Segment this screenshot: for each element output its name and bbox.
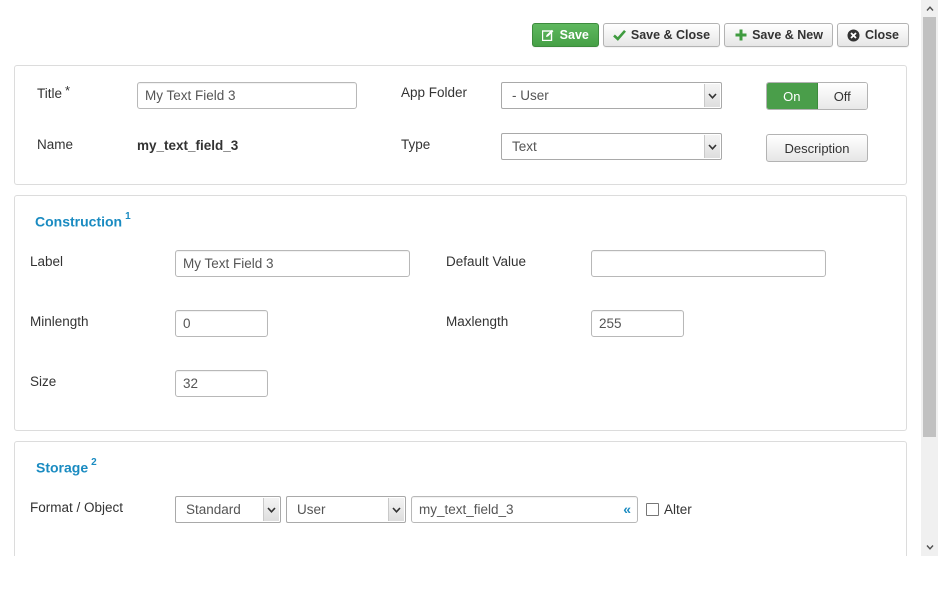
storage-panel: Storage 2 Format / Object Standard User m… <box>14 441 907 556</box>
form-viewport: Save Save & Close Save & New Close Title… <box>0 0 938 556</box>
default-value-label: Default Value <box>446 254 527 269</box>
save-button-label: Save <box>559 28 589 42</box>
alter-checkbox[interactable] <box>646 503 659 516</box>
toolbar: Save Save & Close Save & New Close <box>531 23 909 47</box>
title-label: Title * <box>37 83 71 101</box>
save-close-button-label: Save & Close <box>630 28 711 42</box>
type-label: Type <box>401 137 431 152</box>
state-toggle[interactable]: On Off <box>766 82 868 110</box>
app-folder-select[interactable]: - User <box>501 82 722 109</box>
app-folder-selected: - User <box>512 88 549 103</box>
default-value-input[interactable] <box>591 250 826 277</box>
storage-title: Storage 2 <box>36 457 97 476</box>
save-button[interactable]: Save <box>531 23 599 47</box>
alter-label: Alter <box>664 502 692 517</box>
scroll-down-icon[interactable] <box>921 539 938 556</box>
check-icon <box>612 29 626 42</box>
name-label: Name <box>37 137 74 152</box>
description-button[interactable]: Description <box>766 134 868 162</box>
minlength-label: Minlength <box>30 314 89 329</box>
construction-panel: Construction 1 Label My Text Field 3 Defa… <box>14 195 907 431</box>
size-input[interactable]: 32 <box>175 370 268 397</box>
object-select[interactable]: User <box>286 496 406 523</box>
format-object-label: Format / Object <box>30 500 124 515</box>
save-close-button[interactable]: Save & Close <box>602 23 721 47</box>
format-selected: Standard <box>186 502 241 517</box>
size-label: Size <box>30 374 57 389</box>
app-folder-label: App Folder <box>401 85 468 100</box>
required-mark: * <box>65 83 71 98</box>
name-value: my_text_field_3 <box>137 138 239 153</box>
swap-icon[interactable]: « <box>623 501 631 517</box>
chevron-down-icon <box>263 498 279 521</box>
chevron-down-icon <box>388 498 404 521</box>
close-button-label: Close <box>864 28 899 42</box>
save-new-button[interactable]: Save & New <box>724 23 833 47</box>
format-select[interactable]: Standard <box>175 496 281 523</box>
label-label: Label <box>30 254 64 269</box>
close-button[interactable]: Close <box>836 23 909 47</box>
toggle-off[interactable]: Off <box>817 83 867 109</box>
minlength-input[interactable]: 0 <box>175 310 268 337</box>
chevron-down-icon <box>704 84 720 107</box>
maxlength-label: Maxlength <box>446 314 509 329</box>
type-selected: Text <box>512 139 537 154</box>
save-new-button-label: Save & New <box>752 28 823 42</box>
plus-icon <box>734 29 747 42</box>
column-input[interactable]: my_text_field_3 « <box>411 496 638 523</box>
vertical-scrollbar[interactable] <box>921 0 938 556</box>
label-input[interactable]: My Text Field 3 <box>175 250 410 277</box>
chevron-down-icon <box>704 135 720 158</box>
maxlength-input[interactable]: 255 <box>591 310 684 337</box>
construction-title: Construction 1 <box>35 211 131 230</box>
edit-icon <box>542 29 555 42</box>
type-select[interactable]: Text <box>501 133 722 160</box>
column-value: my_text_field_3 <box>419 502 514 517</box>
close-circle-icon <box>847 29 860 42</box>
scroll-up-icon[interactable] <box>921 0 938 17</box>
title-input[interactable]: My Text Field 3 <box>137 82 357 109</box>
object-selected: User <box>297 502 326 517</box>
general-panel: Title * My Text Field 3 App Folder - User… <box>14 65 907 185</box>
scroll-thumb[interactable] <box>923 17 936 437</box>
toggle-on[interactable]: On <box>767 83 818 109</box>
